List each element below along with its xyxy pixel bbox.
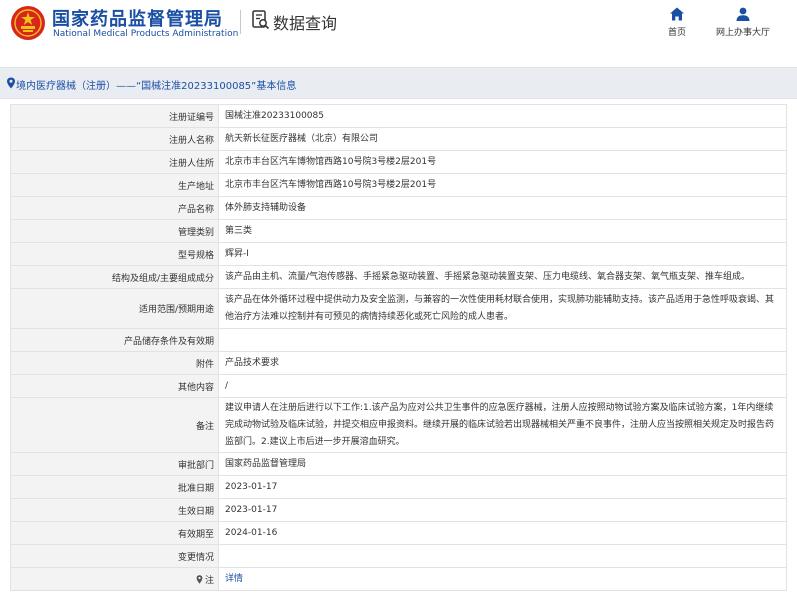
row-label-note: 注 (10, 567, 219, 591)
home-icon (670, 7, 684, 21)
table-row: 注册证编号 国械注准20233100085 (10, 104, 787, 128)
row-value: 2023-01-17 (218, 475, 787, 499)
user-icon (736, 7, 750, 21)
row-value: 详情 (218, 567, 787, 591)
nav-online-hall-label: 网上办事大厅 (715, 28, 770, 38)
nav-home-label: 首页 (667, 28, 686, 38)
row-label: 适用范围/预期用途 (10, 288, 219, 329)
org-name-en: National Medical Products Administration (53, 29, 239, 39)
table-row: 适用范围/预期用途 该产品在体外循环过程中提供动力及安全监测，与兼容的一次性使用… (10, 288, 787, 329)
row-label: 其他内容 (10, 374, 219, 398)
note-label: 注 (204, 575, 214, 586)
table-row: 型号规格 辉昇-I (10, 242, 787, 266)
table-row: 产品储存条件及有效期 (10, 328, 787, 352)
nav-online-hall[interactable]: 网上办事大厅 (711, 6, 775, 38)
row-label: 批准日期 (10, 475, 219, 499)
row-value: 北京市丰台区汽车博物馆西路10号院3号楼2层201号 (218, 150, 787, 174)
table-row: 结构及组成/主要组成成分 该产品由主机、流量/气泡传感器、手摇紧急驱动装置、手摇… (10, 265, 787, 289)
table-row: 注 详情 (10, 567, 787, 591)
row-label: 管理类别 (10, 219, 219, 243)
row-value: 建议申请人在注册后进行以下工作:1.该产品为应对公共卫生事件的应急医疗器械，注册… (218, 397, 787, 453)
row-label: 产品名称 (10, 196, 219, 220)
row-label: 生产地址 (10, 173, 219, 197)
row-value: 该产品在体外循环过程中提供动力及安全监测，与兼容的一次性使用耗材联合使用，实现肺… (218, 288, 787, 329)
section-title: 数据查询 (273, 14, 338, 33)
row-value: 北京市丰台区汽车博物馆西路10号院3号楼2层201号 (218, 173, 787, 197)
row-label: 注册证编号 (10, 104, 219, 128)
location-pin-icon (196, 574, 203, 584)
row-label: 型号规格 (10, 242, 219, 266)
breadcrumb: 境内医疗器械（注册）——“国械注准20233100085”基本信息 (16, 81, 297, 92)
row-label: 注册人名称 (10, 127, 219, 151)
row-label: 有效期至 (10, 521, 219, 545)
table-row: 备注 建议申请人在注册后进行以下工作:1.该产品为应对公共卫生事件的应急医疗器械… (10, 397, 787, 453)
row-value: 国家药品监督管理局 (218, 452, 787, 476)
table-row: 管理类别 第三类 (10, 219, 787, 243)
row-value (218, 544, 787, 568)
row-value: / (218, 374, 787, 398)
breadcrumb-bar: 境内医疗器械（注册）——“国械注准20233100085”基本信息 (0, 67, 797, 99)
row-label: 生效日期 (10, 498, 219, 522)
row-value: 2023-01-17 (218, 498, 787, 522)
header-divider (240, 10, 241, 34)
table-row: 变更情况 (10, 544, 787, 568)
row-value: 国械注准20233100085 (218, 104, 787, 128)
row-label: 产品储存条件及有效期 (10, 328, 219, 352)
table-row: 注册人名称 航天新长征医疗器械（北京）有限公司 (10, 127, 787, 151)
table-row: 其他内容 / (10, 374, 787, 398)
details-link[interactable]: 详情 (225, 574, 243, 584)
table-row: 产品名称 体外肺支持辅助设备 (10, 196, 787, 220)
row-label: 审批部门 (10, 452, 219, 476)
row-label: 变更情况 (10, 544, 219, 568)
table-row: 审批部门 国家药品监督管理局 (10, 452, 787, 476)
detail-table: 注册证编号 国械注准20233100085 注册人名称 航天新长征医疗器械（北京… (10, 104, 787, 591)
table-row: 生效日期 2023-01-17 (10, 498, 787, 522)
row-label: 附件 (10, 351, 219, 375)
row-value (218, 328, 787, 352)
table-row: 注册人住所 北京市丰台区汽车博物馆西路10号院3号楼2层201号 (10, 150, 787, 174)
row-value: 航天新长征医疗器械（北京）有限公司 (218, 127, 787, 151)
row-value: 2024-01-16 (218, 521, 787, 545)
org-name-cn: 国家药品监督管理局 (52, 9, 223, 30)
row-label: 注册人住所 (10, 150, 219, 174)
table-row: 有效期至 2024-01-16 (10, 521, 787, 545)
nav-home[interactable]: 首页 (665, 6, 689, 38)
row-value: 辉昇-I (218, 242, 787, 266)
row-value: 该产品由主机、流量/气泡传感器、手摇紧急驱动装置、手摇紧急驱动装置支架、压力电缆… (218, 265, 787, 289)
data-query-icon (252, 10, 270, 30)
table-row: 附件 产品技术要求 (10, 351, 787, 375)
row-label: 结构及组成/主要组成成分 (10, 265, 219, 289)
row-label: 备注 (10, 397, 219, 453)
row-value: 产品技术要求 (218, 351, 787, 375)
site-header: 国家药品监督管理局 National Medical Products Admi… (0, 0, 797, 56)
row-value: 体外肺支持辅助设备 (218, 196, 787, 220)
table-row: 批准日期 2023-01-17 (10, 475, 787, 499)
national-emblem-icon (11, 6, 45, 40)
row-value: 第三类 (218, 219, 787, 243)
table-row: 生产地址 北京市丰台区汽车博物馆西路10号院3号楼2层201号 (10, 173, 787, 197)
